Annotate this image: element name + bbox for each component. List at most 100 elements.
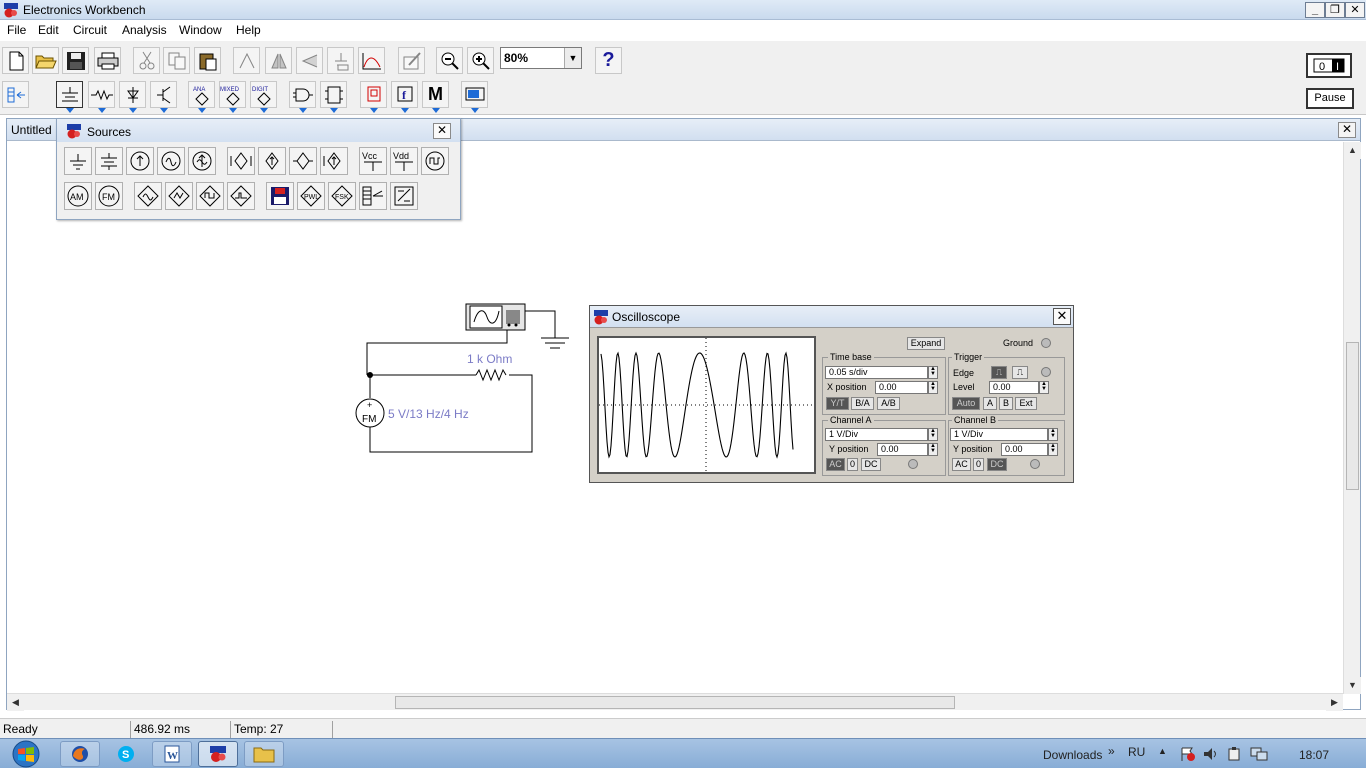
diodes-bin-button[interactable] (119, 81, 146, 113)
channel-b-terminal[interactable] (1030, 459, 1040, 469)
fsk-source-button[interactable]: FSK (328, 182, 356, 210)
hysteresis-block-button[interactable] (390, 182, 418, 210)
double-chevron-icon[interactable]: » (1108, 744, 1115, 758)
channel-b-zero-button[interactable]: 0 (973, 458, 984, 471)
volume-icon[interactable] (1203, 747, 1219, 761)
voltage-controlled-triangle-button[interactable] (165, 182, 193, 210)
mixed-ics-bin-button[interactable]: MIXED (219, 81, 246, 113)
vcc-source-button[interactable]: Vcc (359, 147, 387, 175)
task-electronics-workbench[interactable] (198, 741, 238, 767)
open-file-button[interactable] (32, 47, 59, 74)
channel-a-ypos-spinner[interactable]: ▲ ▼ (928, 443, 938, 456)
yt-mode-button[interactable]: Y/T (826, 397, 849, 410)
digital-bin-button[interactable] (320, 81, 347, 113)
sources-palette-close-button[interactable]: ✕ (433, 123, 451, 139)
task-word[interactable]: W (152, 741, 192, 767)
horizontal-scrollbar[interactable]: ◀ ▶ (7, 693, 1343, 711)
menu-window[interactable]: Window (179, 23, 222, 37)
channel-b-ypos-spinner[interactable]: ▲ ▼ (1048, 443, 1058, 456)
controls-bin-button[interactable]: f (391, 81, 418, 113)
ab-mode-button[interactable]: A/B (877, 397, 900, 410)
cut-button[interactable] (133, 47, 160, 74)
channel-a-dc-button[interactable]: DC (861, 458, 881, 471)
zoom-in-button[interactable] (467, 47, 494, 74)
vertical-scrollbar[interactable]: ▲ ▼ (1343, 142, 1361, 694)
help-button[interactable]: ? (595, 47, 622, 74)
x-position-spinner[interactable]: ▲ ▼ (928, 381, 938, 394)
pwl-source-button[interactable]: PWL (297, 182, 325, 210)
circuit-window-close-button[interactable]: ✕ (1338, 122, 1356, 138)
paste-button[interactable] (194, 47, 221, 74)
action-center-flag-icon[interactable] (1180, 747, 1196, 761)
logic-gates-bin-button[interactable] (289, 81, 316, 113)
ba-mode-button[interactable]: B/A (851, 397, 874, 410)
close-button[interactable]: ✕ (1345, 2, 1365, 18)
clock-source-button[interactable] (421, 147, 449, 175)
menu-circuit[interactable]: Circuit (73, 23, 107, 37)
start-button[interactable] (4, 739, 44, 768)
pause-button[interactable]: Pause (1306, 88, 1354, 109)
x-position-field[interactable]: 0.00 (875, 381, 928, 394)
oscilloscope-symbol[interactable] (465, 303, 526, 331)
usb-device-icon[interactable] (1226, 746, 1242, 762)
dc-current-source-button[interactable] (126, 147, 154, 175)
tray-language[interactable]: RU (1128, 745, 1145, 759)
ground-button[interactable] (64, 147, 92, 175)
voltage-controlled-sine-button[interactable] (134, 182, 162, 210)
menu-analysis[interactable]: Analysis (122, 23, 167, 37)
channel-b-ypos-field[interactable]: 0.00 (1001, 443, 1048, 456)
fm-source-symbol[interactable]: + FM (355, 398, 385, 428)
cccs-button[interactable] (320, 147, 348, 175)
time-base-field[interactable]: 0.05 s/div (825, 366, 928, 379)
basic-bin-button[interactable] (88, 81, 115, 113)
channel-a-zero-button[interactable]: 0 (847, 458, 858, 471)
channel-a-ypos-field[interactable]: 0.00 (877, 443, 928, 456)
vdd-source-button[interactable]: Vdd (390, 147, 418, 175)
ccvs-button[interactable] (289, 147, 317, 175)
trigger-level-field[interactable]: 0.00 (989, 381, 1039, 394)
tray-clock[interactable]: 18:07 (1299, 748, 1329, 762)
create-subcircuit-button[interactable] (358, 47, 385, 74)
zoom-select[interactable]: 80% ▼ (500, 47, 582, 69)
menu-edit[interactable]: Edit (38, 23, 59, 37)
network-icon[interactable] (1250, 746, 1268, 762)
save-button[interactable] (62, 47, 89, 74)
miscellaneous-bin-button[interactable]: M (422, 81, 449, 113)
task-explorer[interactable] (244, 741, 284, 767)
analog-ics-bin-button[interactable]: ANA (188, 81, 215, 113)
horizontal-scroll-thumb[interactable] (395, 696, 955, 709)
voltage-controlled-square-button[interactable] (196, 182, 224, 210)
vccs-button[interactable] (258, 147, 286, 175)
scroll-down-icon[interactable]: ▼ (1344, 677, 1361, 694)
flip-vertical-button[interactable] (296, 47, 323, 74)
show-hidden-icons-icon[interactable]: ▲ (1158, 746, 1167, 756)
polynomial-source-button[interactable] (266, 182, 294, 210)
component-properties-button[interactable] (327, 47, 354, 74)
flip-horizontal-button[interactable] (265, 47, 292, 74)
print-button[interactable] (94, 47, 121, 74)
vertical-scroll-thumb[interactable] (1346, 342, 1359, 490)
power-switch[interactable]: 0I (1306, 53, 1352, 78)
falling-edge-button[interactable]: ⎍ (1012, 366, 1028, 379)
chevron-down-icon[interactable]: ▼ (564, 48, 581, 68)
time-base-spinner[interactable]: ▲ ▼ (928, 366, 938, 379)
ground-terminal[interactable] (1041, 338, 1051, 348)
rotate-button[interactable] (233, 47, 260, 74)
component-description-button[interactable] (398, 47, 425, 74)
task-firefox[interactable] (60, 741, 100, 767)
scroll-up-icon[interactable]: ▲ (1344, 142, 1361, 159)
channel-b-dc-button[interactable]: DC (987, 458, 1007, 471)
sources-bin-button[interactable] (56, 81, 83, 113)
trigger-ext-button[interactable]: Ext (1015, 397, 1037, 410)
task-skype[interactable]: S (106, 741, 146, 767)
ac-current-source-button[interactable] (188, 147, 216, 175)
trigger-b-button[interactable]: B (999, 397, 1013, 410)
menu-help[interactable]: Help (236, 23, 261, 37)
channel-a-scale-spinner[interactable]: ▲ ▼ (928, 428, 938, 441)
tray-downloads[interactable]: Downloads (1043, 748, 1102, 762)
channel-a-terminal[interactable] (908, 459, 918, 469)
transistors-bin-button[interactable] (150, 81, 177, 113)
channel-a-scale-field[interactable]: 1 V/Div (825, 428, 928, 441)
battery-button[interactable] (95, 147, 123, 175)
ac-voltage-source-button[interactable] (157, 147, 185, 175)
